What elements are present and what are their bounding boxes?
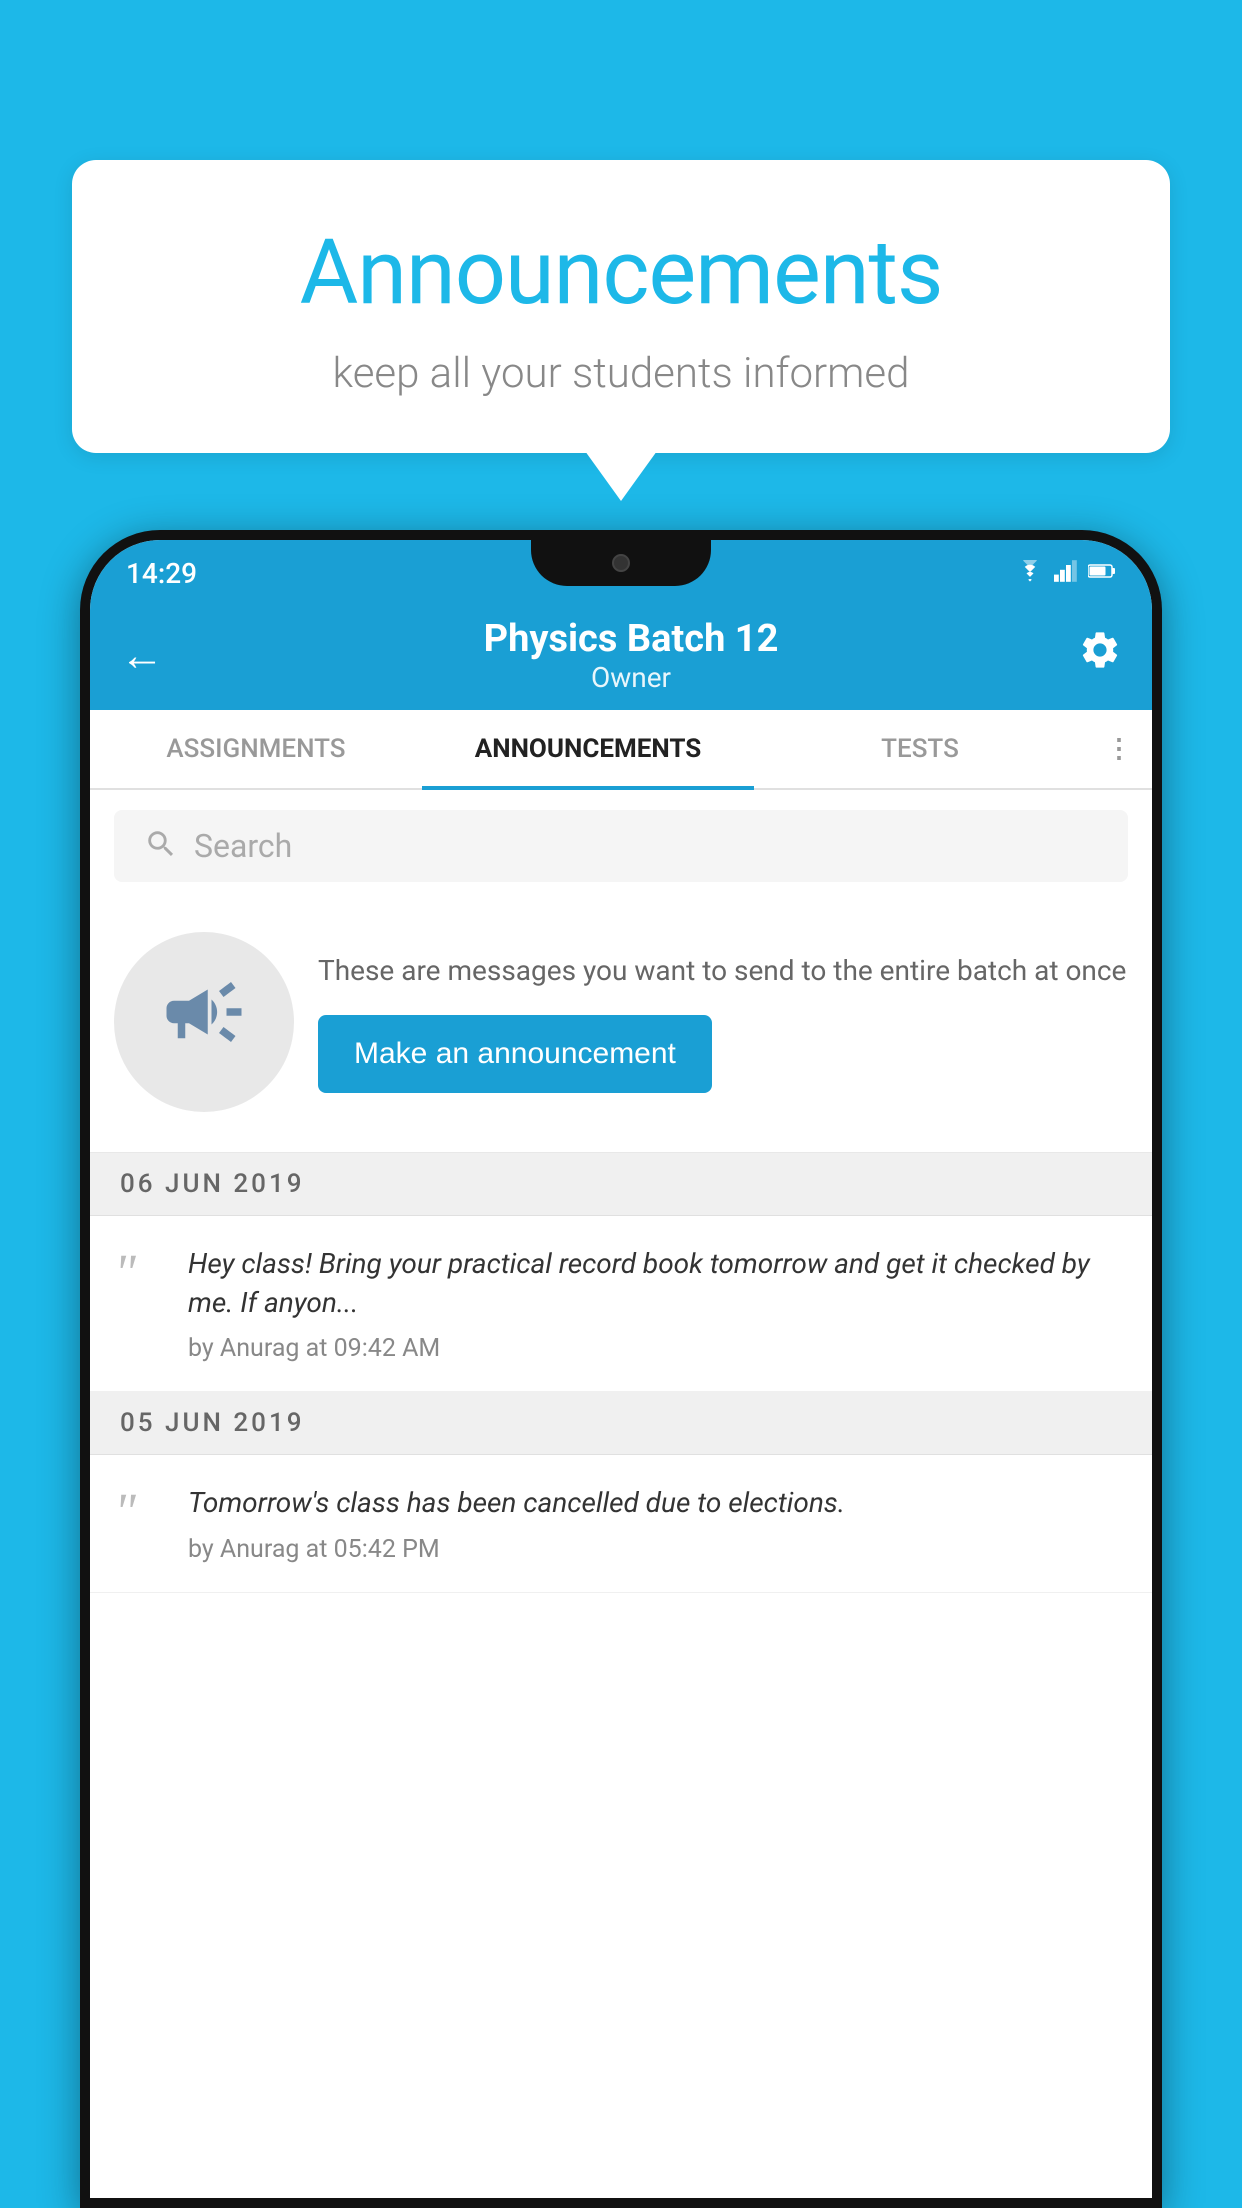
- announcement-text-1: Hey class! Bring your practical record b…: [188, 1244, 1128, 1322]
- promo-icon-circle: [114, 932, 294, 1112]
- search-container: Search: [90, 790, 1152, 902]
- phone-notch: [531, 540, 711, 586]
- signal-icon: [1054, 560, 1078, 586]
- announcement-content-1: Hey class! Bring your practical record b…: [188, 1244, 1128, 1363]
- promo-section: These are messages you want to send to t…: [90, 902, 1152, 1153]
- tab-assignments[interactable]: ASSIGNMENTS: [90, 710, 422, 788]
- announcement-meta-2: by Anurag at 05:42 PM: [188, 1535, 1128, 1564]
- settings-button[interactable]: [1078, 628, 1122, 682]
- status-icons: [1016, 560, 1116, 586]
- back-button[interactable]: ←: [120, 633, 164, 677]
- announcement-content-2: Tomorrow's class has been cancelled due …: [188, 1483, 1128, 1563]
- quote-icon-1: ": [114, 1248, 164, 1300]
- search-icon: [144, 827, 178, 865]
- announcement-item-1[interactable]: " Hey class! Bring your practical record…: [90, 1216, 1152, 1392]
- announcement-item-2[interactable]: " Tomorrow's class has been cancelled du…: [90, 1455, 1152, 1592]
- promo-content: These are messages you want to send to t…: [318, 951, 1128, 1092]
- make-announcement-button[interactable]: Make an announcement: [318, 1015, 712, 1093]
- tab-bar: ASSIGNMENTS ANNOUNCEMENTS TESTS ⋮: [90, 710, 1152, 790]
- bubble-subtitle: keep all your students informed: [122, 349, 1120, 398]
- app-bar: ← Physics Batch 12 Owner: [90, 600, 1152, 710]
- search-bar[interactable]: Search: [114, 810, 1128, 882]
- announcement-meta-1: by Anurag at 09:42 AM: [188, 1334, 1128, 1363]
- speech-bubble: Announcements keep all your students inf…: [72, 160, 1170, 453]
- phone-frame: 14:29: [80, 530, 1162, 2208]
- quote-icon-2: ": [114, 1487, 164, 1539]
- app-bar-subtitle: Owner: [184, 661, 1078, 694]
- phone-inner: 14:29: [90, 540, 1152, 2198]
- tab-announcements[interactable]: ANNOUNCEMENTS: [422, 710, 754, 788]
- promo-description: These are messages you want to send to t…: [318, 951, 1128, 990]
- tab-tests[interactable]: TESTS: [754, 710, 1086, 788]
- bubble-title: Announcements: [122, 220, 1120, 325]
- camera-dot: [612, 554, 630, 572]
- app-bar-title-group: Physics Batch 12 Owner: [184, 617, 1078, 694]
- announcement-text-2: Tomorrow's class has been cancelled due …: [188, 1483, 1128, 1522]
- search-placeholder: Search: [194, 827, 292, 865]
- megaphone-icon: [159, 967, 249, 1077]
- date-separator-2: 05 JUN 2019: [90, 1392, 1152, 1455]
- wifi-icon: [1016, 560, 1044, 586]
- tab-more[interactable]: ⋮: [1086, 710, 1152, 788]
- date-separator-1: 06 JUN 2019: [90, 1153, 1152, 1216]
- battery-icon: [1088, 561, 1116, 585]
- app-bar-title: Physics Batch 12: [184, 617, 1078, 661]
